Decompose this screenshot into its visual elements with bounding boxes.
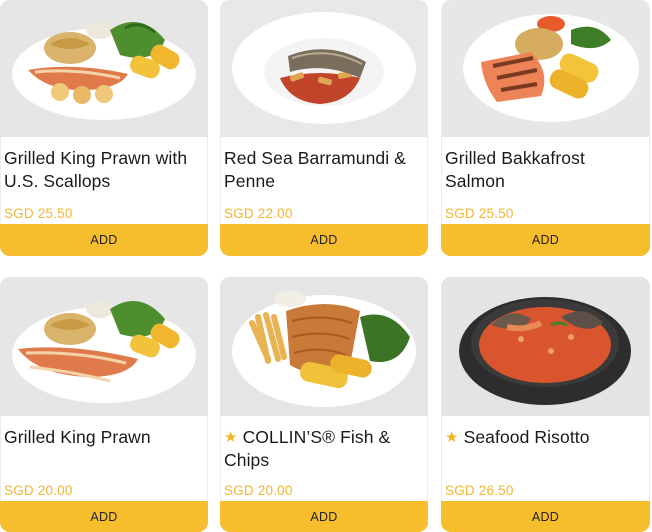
product-image[interactable] (441, 277, 650, 416)
menu-grid: Grilled King Prawn with U.S. Scallops SG… (0, 0, 652, 532)
add-button[interactable]: ADD (220, 224, 428, 256)
product-name: ★ COLLIN’S® Fish & Chips (224, 427, 391, 470)
product-price: SGD 22.00 (224, 206, 293, 221)
product-card-red-sea-barramundi[interactable]: Red Sea Barramundi & Penne SGD 22.00 ADD (220, 0, 428, 256)
star-icon: ★ (224, 429, 238, 446)
product-price: SGD 20.00 (224, 483, 293, 498)
product-image[interactable] (220, 0, 428, 137)
product-card-grilled-king-prawn-scallops[interactable]: Grilled King Prawn with U.S. Scallops SG… (0, 0, 208, 256)
product-card-seafood-risotto[interactable]: ★ Seafood Risotto SGD 26.50 ADD (441, 277, 650, 532)
product-card-grilled-king-prawn[interactable]: Grilled King Prawn SGD 20.00 ADD (0, 277, 208, 532)
product-price: SGD 25.50 (445, 206, 514, 221)
add-button[interactable]: ADD (220, 501, 428, 532)
product-image[interactable] (441, 0, 650, 137)
star-icon: ★ (445, 429, 459, 446)
product-image[interactable] (220, 277, 428, 416)
product-card-grilled-bakkafrost-salmon[interactable]: Grilled Bakkafrost Salmon SGD 25.50 ADD (441, 0, 650, 256)
product-name: Red Sea Barramundi & Penne (224, 148, 406, 191)
product-name: ★ Seafood Risotto (445, 427, 590, 447)
product-price: SGD 25.50 (4, 206, 73, 221)
product-price: SGD 26.50 (445, 483, 514, 498)
product-image[interactable] (0, 277, 208, 416)
add-button[interactable]: ADD (0, 501, 208, 532)
product-card-collins-fish-and-chips[interactable]: ★ COLLIN’S® Fish & Chips SGD 20.00 ADD (220, 277, 428, 532)
product-price: SGD 20.00 (4, 483, 73, 498)
product-image[interactable] (0, 0, 208, 137)
product-name: Grilled King Prawn (4, 427, 151, 447)
product-name: Grilled King Prawn with U.S. Scallops (4, 148, 188, 191)
add-button[interactable]: ADD (441, 224, 650, 256)
add-button[interactable]: ADD (0, 224, 208, 256)
product-name: Grilled Bakkafrost Salmon (445, 148, 585, 191)
add-button[interactable]: ADD (441, 501, 650, 532)
